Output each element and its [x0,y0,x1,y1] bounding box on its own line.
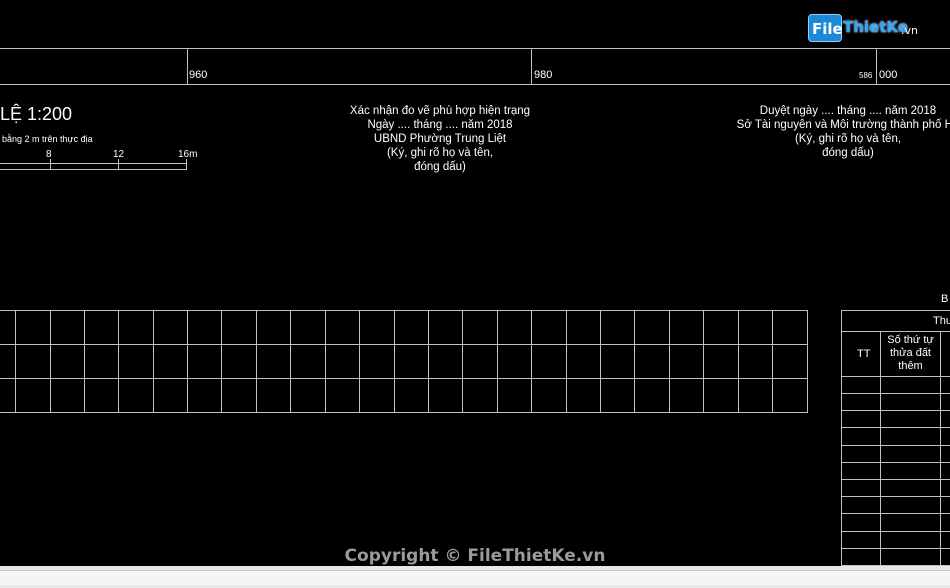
confirm-line-3: UBND Phường Trung Liệt [373,133,507,145]
scale-label-16m: 16m [178,149,198,160]
right-table-row-line [841,410,950,411]
ruler-tick-000 [876,48,877,85]
confirm-block: Xác nhận đo vẽ phù hợp hiện trạng Ngày .… [320,104,560,174]
right-table-row-line [841,531,950,532]
col-plot-header: Số thứ tự thửa đất thêm [881,334,940,373]
scale-note: bằng 2 m trên thực địa [2,134,93,144]
right-table-row-line [841,310,950,311]
scale-tick-8 [50,159,51,170]
scale-bar-bottom [0,169,187,170]
scale-title: LỆ 1:200 [0,104,73,124]
approve-line-3: (Ký, ghi rõ họ và tên, [794,133,902,145]
grid-col-line [462,310,463,413]
scale-tick-16 [186,159,187,170]
confirm-line-5: đóng dấu) [414,161,466,173]
approve-line-2: Sở Tài nguyên và Môi trường thành phố Hà [736,119,950,131]
grid-col-line [531,310,532,413]
grid-col-line [600,310,601,413]
right-table-row-line [841,462,950,463]
logo-box: File [808,14,843,42]
col-plot-line-2: thửa đất [889,347,931,359]
scale-tick-12 [118,159,119,170]
right-table-row-line [841,445,950,446]
grid-row-line [0,344,808,345]
confirm-line-1: Xác nhận đo vẽ phù hợp hiện trạng [349,105,531,117]
grid-col-line [807,310,808,413]
grid-col-line [738,310,739,413]
right-table-row-line [841,479,950,480]
horizontal-scrollbar[interactable] [0,566,950,588]
right-table-header: Thu [933,315,950,327]
scale-label-8: 8 [46,149,52,160]
col-tt-header: TT [857,348,871,360]
right-table-row-line [841,331,950,332]
col-plot-line-3: thêm [898,360,923,372]
grid-col-line [566,310,567,413]
grid-col-line [703,310,704,413]
approve-line-4: đóng dấu) [822,147,874,159]
confirm-line-2: Ngày .... tháng .... năm 2018 [367,119,513,131]
filethietke-logo: File ThietKe .vn [808,12,920,42]
grid-col-line [428,310,429,413]
grid-row-line [0,412,808,413]
grid-col-line [50,310,51,413]
grid-col-line [497,310,498,413]
right-table-col-line [841,310,842,566]
right-table-row-line [841,427,950,428]
ruler-label-980: 980 [534,69,553,81]
grid-col-line [84,310,85,413]
ruler-tick-960 [187,48,188,85]
grid-col-line [256,310,257,413]
grid-col-line [772,310,773,413]
scale-label-12: 12 [113,149,125,160]
ruler-label-960: 960 [189,69,208,81]
right-table-row-line [841,393,950,394]
grid-col-line [669,310,670,413]
right-table-col-line [940,331,941,566]
logo-suffix: .vn [901,24,918,37]
right-table-title: B [941,293,949,305]
grid-row-line [0,378,808,379]
approve-line-1: Duyệt ngày .... tháng .... năm 2018 [759,105,937,117]
right-table-row-line [841,496,950,497]
grid-col-line [359,310,360,413]
copyright-watermark: Copyright © FileThietKe.vn [344,546,606,566]
ruler-bottom-line [0,84,950,85]
ruler-tick-980 [531,48,532,85]
ruler-label-000: 000 [879,69,898,81]
right-table-row-line [841,513,950,514]
scrollbar-track[interactable] [0,570,950,585]
grid-col-line [290,310,291,413]
grid-col-line [187,310,188,413]
logo-box-text: File [812,20,843,38]
ruler-label-586: 586 [859,71,873,80]
grid-col-line [221,310,222,413]
main-grid-table [0,310,808,413]
logo-text: ThietKe [843,18,908,36]
right-table-row-line [841,376,950,377]
scale-bar-top [0,163,187,164]
confirm-line-4: (Ký, ghi rõ họ và tên, [386,147,494,159]
grid-col-line [394,310,395,413]
approve-block: Duyệt ngày .... tháng .... năm 2018 Sở T… [710,104,950,160]
grid-col-line [118,310,119,413]
ruler-top-line [0,48,950,49]
grid-row-line [0,310,808,311]
grid-col-line [325,310,326,413]
grid-col-line [15,310,16,413]
grid-col-line [634,310,635,413]
grid-col-line [153,310,154,413]
col-plot-line-1: Số thứ tự [887,334,934,346]
